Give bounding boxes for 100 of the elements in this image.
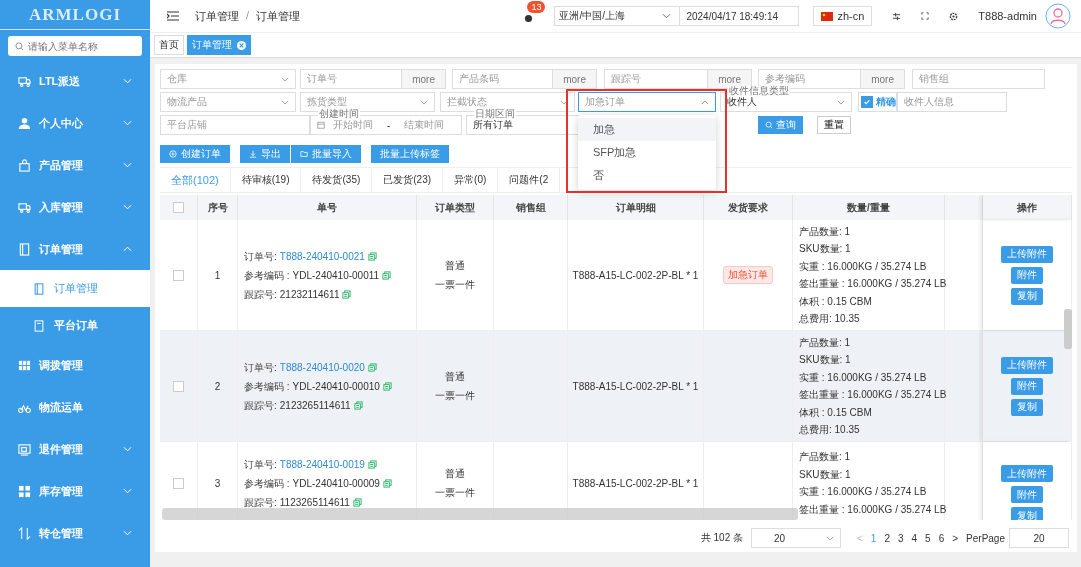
language-button[interactable]: zh-cn xyxy=(813,6,873,26)
select-field[interactable]: 仓库 xyxy=(160,69,296,89)
next-page-button[interactable]: > xyxy=(952,532,959,544)
order-link[interactable]: T888-240410-0019 xyxy=(279,454,365,474)
sidebar-item[interactable]: 产品管理 xyxy=(0,144,150,186)
status-tab[interactable]: 已发货(23) xyxy=(372,168,444,192)
exact-checkbox[interactable]: 精确 xyxy=(858,92,897,112)
avatar-icon[interactable] xyxy=(1045,3,1071,29)
field-label: 参考编码 : xyxy=(244,379,290,394)
page-tab[interactable]: 订单管理 xyxy=(187,35,251,55)
action-button[interactable]: 导出 xyxy=(240,145,290,163)
sidebar-item[interactable]: 调拨管理 xyxy=(0,344,150,386)
action-button[interactable]: 创建订单 xyxy=(160,145,230,163)
select-all-checkbox[interactable] xyxy=(173,202,184,213)
more-button[interactable]: more xyxy=(860,70,904,88)
sidebar-subitem[interactable]: 订单管理 xyxy=(0,270,150,307)
vertical-scrollbar[interactable] xyxy=(1064,309,1072,349)
input-field[interactable]: 收件人信息 xyxy=(897,92,1007,112)
copy-icon[interactable] xyxy=(382,478,392,488)
row-action-button[interactable]: 复制 xyxy=(1011,287,1043,305)
row-checkbox[interactable] xyxy=(173,269,184,281)
sidebar-item[interactable]: 物流运单 xyxy=(0,386,150,428)
row-action-button[interactable]: 附件 xyxy=(1011,266,1043,284)
page-number[interactable]: 1 xyxy=(870,532,877,544)
input-field[interactable]: 产品条码 more xyxy=(452,69,597,89)
copy-icon[interactable] xyxy=(382,381,392,391)
row-checkbox[interactable] xyxy=(173,380,184,392)
filter-button[interactable]: 查询 xyxy=(758,116,803,134)
order-link[interactable]: T888-240410-0021 xyxy=(279,246,365,266)
status-tab[interactable]: 异常(0) xyxy=(443,168,499,192)
page-number[interactable]: 5 xyxy=(925,532,931,544)
bell-icon[interactable] xyxy=(524,14,534,23)
sidebar-item[interactable]: 转仓管理 xyxy=(0,512,150,554)
more-button[interactable]: more xyxy=(552,70,596,88)
sidebar-item[interactable]: 订单管理 xyxy=(0,228,150,270)
timezone-select[interactable]: 亚洲/中国/上海 xyxy=(554,6,680,26)
sidebar-item[interactable]: 退件管理 xyxy=(0,428,150,470)
row-action-button[interactable]: 复制 xyxy=(1011,398,1043,416)
row-checkbox[interactable] xyxy=(173,477,184,489)
sidebar-item[interactable]: 入库管理 xyxy=(0,186,150,228)
more-button[interactable]: more xyxy=(401,70,445,88)
dropdown-option[interactable]: 加急 xyxy=(578,118,716,141)
row-action-button[interactable]: 附件 xyxy=(1011,377,1043,395)
copy-icon[interactable] xyxy=(353,400,363,410)
row-action-button[interactable]: 复制 xyxy=(1011,507,1043,520)
table-cell-text: 普通 xyxy=(445,259,465,273)
breadcrumb-item[interactable]: 订单管理 xyxy=(195,8,239,24)
plus-icon xyxy=(169,150,177,158)
input-field[interactable]: 平台店铺 xyxy=(160,115,310,135)
page-number[interactable]: 3 xyxy=(898,532,904,544)
settings-icon[interactable] xyxy=(949,11,959,21)
action-button[interactable]: 批量导入 xyxy=(291,145,361,163)
select-field[interactable]: 物流产品 xyxy=(160,92,296,112)
order-link[interactable]: T888-240410-0020 xyxy=(279,357,365,377)
copy-icon[interactable] xyxy=(342,289,352,299)
filter-button[interactable]: 重置 xyxy=(817,116,851,134)
copy-icon[interactable] xyxy=(352,497,362,507)
horizontal-scrollbar[interactable] xyxy=(162,508,798,520)
copy-icon[interactable] xyxy=(382,270,392,280)
status-tab[interactable]: 全部(102) xyxy=(160,168,231,192)
row-action-button[interactable]: 上传附件 xyxy=(1001,245,1053,263)
menu-icon[interactable] xyxy=(167,11,179,21)
field-value: YDL-240410-00009 xyxy=(292,476,380,491)
row-action-button[interactable]: 上传附件 xyxy=(1001,356,1053,374)
table-row[interactable] xyxy=(160,220,1072,331)
fullscreen-icon[interactable] xyxy=(921,12,930,20)
range-separator: - xyxy=(387,119,391,131)
page-number[interactable]: 2 xyxy=(884,532,890,544)
sidebar-item[interactable]: LTL派送 xyxy=(0,60,150,102)
input-field[interactable]: 订单号 more xyxy=(300,69,446,89)
page-number[interactable]: 4 xyxy=(911,532,918,544)
page-tab[interactable]: 首页 xyxy=(154,35,184,55)
breadcrumb-item[interactable]: 订单管理 xyxy=(256,8,301,24)
dropdown-option[interactable]: 否 xyxy=(578,164,716,187)
page-number[interactable]: 6 xyxy=(938,532,945,544)
table-cell-text: 体积 : 0.15 CBM xyxy=(799,405,872,420)
action-button[interactable]: 批量上传标签 xyxy=(371,145,449,163)
page-size-select[interactable]: 20 xyxy=(751,528,841,548)
status-tab[interactable]: 待审核(19) xyxy=(230,168,302,192)
status-tab[interactable]: 待发货(35) xyxy=(301,168,373,192)
sidebar-item[interactable]: 库存管理 xyxy=(0,470,150,512)
sidebar-subitem[interactable]: 平台订单 xyxy=(0,307,150,344)
input-field[interactable]: 销售组 xyxy=(912,69,1045,89)
chevron-icon xyxy=(662,13,672,19)
user-name[interactable]: T888-admin xyxy=(978,10,1037,22)
select-field[interactable]: 加急订单 xyxy=(578,92,716,112)
per-page-field[interactable]: 20 xyxy=(1009,528,1069,548)
menu-search-field[interactable]: 请输入菜单名称 xyxy=(8,36,142,56)
copy-icon[interactable] xyxy=(367,251,377,261)
dropdown-option[interactable]: SFP加急 xyxy=(578,141,716,164)
copy-icon[interactable] xyxy=(367,459,377,469)
close-icon[interactable] xyxy=(237,40,246,50)
previous-page-button[interactable]: < xyxy=(857,532,863,544)
sidebar-item[interactable]: 个人中心 xyxy=(0,102,150,144)
sliders-icon[interactable] xyxy=(892,11,902,21)
table-row[interactable] xyxy=(160,331,1072,442)
copy-icon[interactable] xyxy=(367,362,377,372)
status-tab[interactable]: 问题件(2 xyxy=(498,168,561,192)
row-action-button[interactable]: 附件 xyxy=(1011,486,1043,503)
row-action-button[interactable]: 上传附件 xyxy=(1001,465,1053,482)
